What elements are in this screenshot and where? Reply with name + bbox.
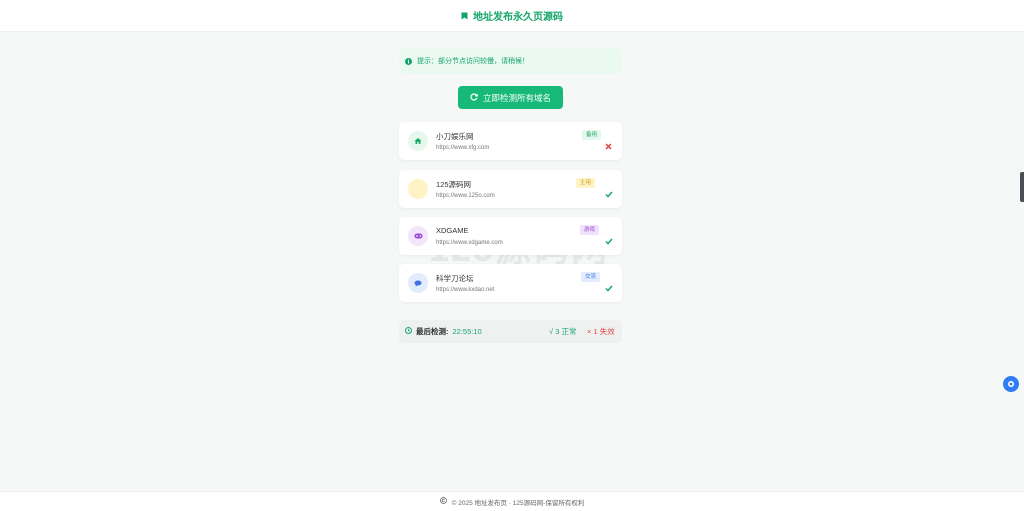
site-url[interactable]: https://www.125o.com [436,193,495,199]
check-all-domains-button[interactable]: 立即检测所有域名 [458,86,563,109]
footer-text: © 2025 地址发布页 · 125源码网-保留所有权利 [451,499,585,507]
site-name: 125源码网 [436,180,472,189]
chat-bubble-icon [1007,375,1015,393]
site-card[interactable]: 小刀娱乐网 https://www.xfg.com 备用 [399,122,622,160]
page-header: 地址发布永久页源码 [0,0,1024,32]
check-icon [605,185,613,203]
site-name: XDGAME [436,226,469,235]
check-summary: 最后检测: 22:55:10 √ 3 正常 × 1 失效 [399,320,622,343]
site-badge: 备用 [582,130,602,140]
info-icon [405,52,412,70]
site-badge: 主用 [576,178,596,188]
gamepad-icon [408,226,428,246]
copyright-icon [439,497,447,506]
check-all-domains-label: 立即检测所有域名 [482,92,551,103]
last-check-label: 最后检测: [416,327,449,336]
fail-icon [605,137,612,155]
fail-count: × 1 失效 [587,327,615,336]
site-card[interactable]: XDGAME https://www.xdgame.com 游戏 [399,217,622,255]
site-name: 小刀娱乐网 [436,132,474,141]
check-icon [605,232,613,250]
notice-text: 提示：部分节点访问较慢，请稍候！ [417,58,529,65]
site-url[interactable]: https://www.xfg.com [436,145,489,151]
floating-chat-button[interactable] [1003,376,1019,392]
ok-count: √ 3 正常 [549,327,577,336]
code-icon [408,179,428,199]
check-icon [605,279,613,297]
chat-icon [408,273,428,293]
site-url[interactable]: https://www.xdgame.com [436,240,503,246]
site-badge: 游戏 [580,225,600,235]
site-badge: 交流 [581,272,601,282]
site-name: 科学刀论坛 [436,274,474,283]
site-url[interactable]: https://www.kxdao.net [436,287,494,293]
home-icon [408,131,428,151]
bookmark-icon [461,12,468,20]
site-card[interactable]: 科学刀论坛 https://www.kxdao.net 交流 [399,264,622,302]
notice-banner: 提示：部分节点访问较慢，请稍候！ [399,48,622,74]
refresh-icon [470,92,478,103]
site-card[interactable]: 125源码网 https://www.125o.com 主用 [399,170,622,208]
page-footer: © 2025 地址发布页 · 125源码网-保留所有权利 [0,491,1024,511]
last-check-time: 22:55:10 [452,327,482,336]
page-title: 地址发布永久页源码 [473,12,563,23]
clock-icon [405,327,412,336]
side-panel-handle[interactable] [1020,172,1024,202]
